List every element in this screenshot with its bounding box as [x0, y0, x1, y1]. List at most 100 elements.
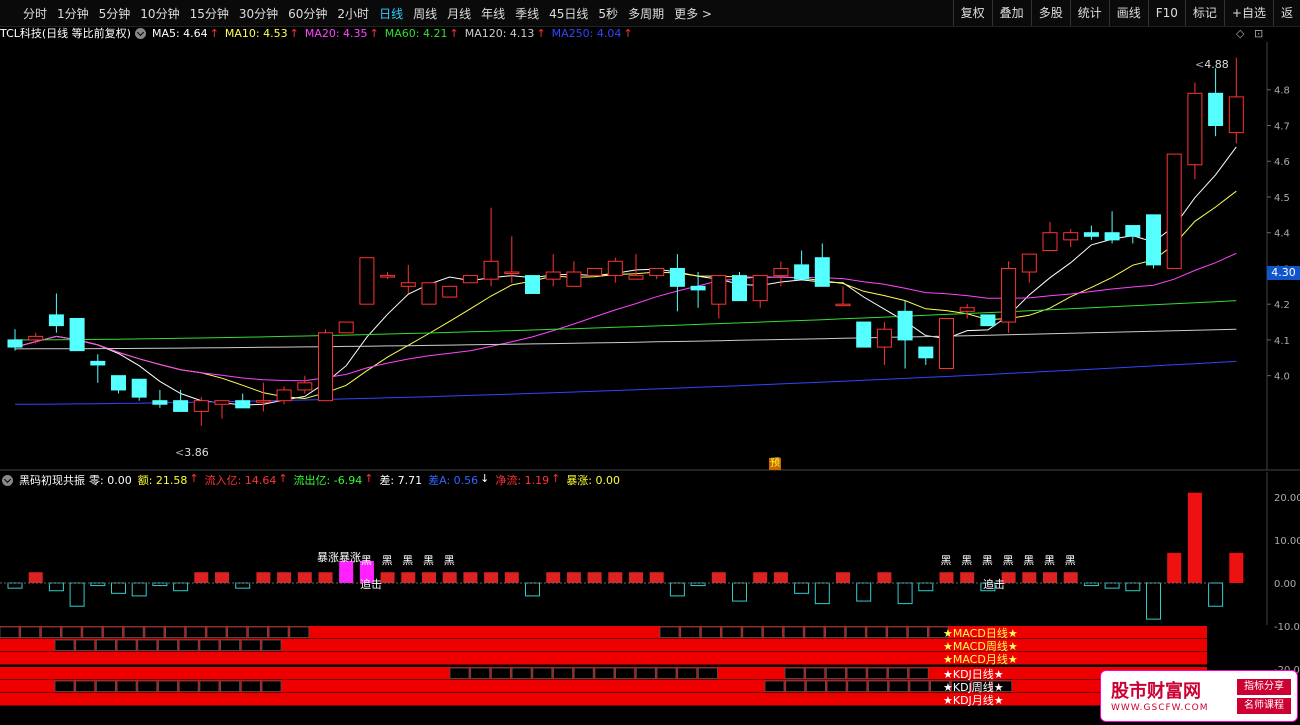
- indicator-bar-positive: [753, 572, 768, 583]
- toolbar-action-button[interactable]: 复权: [952, 0, 992, 26]
- signal-cell-off: [659, 626, 680, 638]
- signal-cell-off: [909, 680, 930, 692]
- candle-body: [380, 275, 396, 278]
- period-tabs: 分时 1分钟 5分钟 10分钟 15分钟 30分钟 60分钟 2小时 日线 周线 月线 年线 季线 45日…: [0, 5, 717, 22]
- price-tick-label: 4.7: [1274, 121, 1290, 132]
- period-tab[interactable]: 周线: [408, 5, 442, 22]
- toolbar-action-button[interactable]: 统计: [1069, 0, 1109, 26]
- period-tab[interactable]: 10分钟: [135, 5, 184, 22]
- candle-body: [276, 389, 292, 402]
- toolbar-action-button[interactable]: 叠加: [991, 0, 1031, 26]
- period-tab[interactable]: 2小时: [332, 5, 374, 22]
- candle-body: [566, 271, 582, 287]
- period-tab[interactable]: 更多 >: [669, 5, 717, 22]
- indicator-bar-positive: [587, 572, 602, 583]
- panel-close-icon[interactable]: ⊡: [1254, 27, 1263, 40]
- candle-body: [421, 282, 437, 305]
- period-tab[interactable]: 年线: [476, 5, 510, 22]
- candle-body: [794, 264, 810, 280]
- dark-code-marker: 黑: [382, 554, 393, 567]
- indicator-bar-negative: [1125, 582, 1141, 592]
- signal-cell-off: [825, 626, 845, 638]
- indicator-bar-negative: [1208, 582, 1224, 607]
- indicator-bar-negative: [1104, 582, 1120, 589]
- signal-cell-off: [449, 667, 470, 679]
- period-tab[interactable]: 5分钟: [94, 5, 136, 22]
- candle-body: [939, 317, 954, 370]
- stock-chart-window: 分时 1分钟 5分钟 10分钟 15分钟 30分钟 60分钟 2小时 日线 周线 月线 年线 季线 45日…: [0, 0, 1300, 725]
- candle-body: [152, 400, 168, 405]
- candle-body: [835, 303, 851, 307]
- signal-cell-off: [199, 639, 220, 651]
- signal-strip: [0, 652, 1207, 665]
- period-tab[interactable]: 日线: [374, 5, 408, 22]
- toolbar-action-button[interactable]: 多股: [1030, 0, 1070, 26]
- candle-body: [814, 257, 830, 287]
- signal-cell-off: [615, 667, 635, 679]
- price-tick-label: 4.2: [1274, 300, 1290, 311]
- candlesticks: [7, 57, 1244, 426]
- indicator-value: 净流: 1.19: [495, 474, 550, 487]
- surge-label: 暴涨暴涨: [317, 551, 361, 564]
- ma-up-arrow: ↑: [449, 26, 459, 40]
- signal-cell-off: [553, 667, 573, 679]
- toolbar-action-button[interactable]: 画线: [1108, 0, 1148, 26]
- indicator-bar-positive: [28, 572, 43, 583]
- candle-body: [69, 317, 85, 352]
- low-price-label: <3.86: [175, 446, 209, 459]
- signal-cell-off: [511, 667, 532, 679]
- period-tab[interactable]: 15分钟: [185, 5, 234, 22]
- signal-strip: [0, 626, 1207, 639]
- indicator-bar-negative: [7, 582, 23, 589]
- settings-toggle-icon[interactable]: [134, 27, 146, 39]
- indicator-bar-negative: [131, 582, 147, 597]
- ma-up-arrow: ↑: [369, 26, 379, 40]
- period-tab[interactable]: 5秒: [593, 5, 623, 22]
- indicator-legend: 黑码初现共振 零: 0.00 额: 21.58 ↑ 流入亿: 14.64 ↑ 流出亿: -…: [0, 472, 632, 487]
- period-tab[interactable]: 多周期: [623, 5, 669, 22]
- signal-cell-off: [698, 667, 718, 679]
- period-tab[interactable]: 1分钟: [52, 5, 94, 22]
- signal-cell-off: [103, 626, 123, 638]
- moving-average-lines: [14, 146, 1237, 406]
- signal-cell-off: [82, 626, 103, 638]
- period-tab[interactable]: 分时: [18, 5, 52, 22]
- indicator-arrow: ↑: [278, 472, 288, 485]
- indicator-toggle-icon[interactable]: [2, 474, 13, 486]
- toolbar-action-button[interactable]: 返: [1272, 0, 1300, 26]
- signal-cell-off: [866, 626, 887, 638]
- period-tab[interactable]: 月线: [442, 5, 476, 22]
- signal-cell-off: [247, 626, 268, 638]
- candle-body: [959, 307, 975, 312]
- signal-cell-off: [96, 680, 116, 692]
- toolbar-action-button[interactable]: F10: [1147, 0, 1185, 26]
- indicator-tick-label: 0.00: [1274, 579, 1296, 590]
- indicator-bar-negative: [732, 582, 747, 602]
- dark-code-marker: 黑: [961, 554, 972, 567]
- period-tab[interactable]: 30分钟: [234, 5, 283, 22]
- candle-body: [773, 267, 789, 277]
- signal-cell-off: [261, 680, 282, 692]
- ma20-line: [14, 252, 1237, 382]
- period-tab[interactable]: 60分钟: [283, 5, 332, 22]
- indicator-bar-negative: [794, 582, 810, 594]
- candle-body: [1001, 267, 1017, 323]
- indicator-arrow: ↓: [480, 472, 490, 485]
- period-tab[interactable]: 季线: [510, 5, 544, 22]
- signal-strip: [0, 680, 1207, 693]
- dark-code-marker: 黑: [361, 554, 372, 567]
- diamond-icon[interactable]: ◇: [1236, 27, 1244, 40]
- signal-cell-off: [867, 667, 888, 679]
- indicator-bar-negative: [1146, 582, 1161, 620]
- indicator-bar-positive: [1167, 552, 1182, 583]
- candle-body: [28, 335, 44, 341]
- high-price-label: <4.88: [1195, 58, 1229, 71]
- toolbar-action-button[interactable]: 标记: [1184, 0, 1224, 26]
- indicator-bar-positive: [297, 572, 312, 583]
- ma-up-arrow: ↑: [289, 26, 299, 40]
- indicator-bar-positive: [711, 572, 726, 583]
- period-tab[interactable]: 45日线: [544, 5, 593, 22]
- toolbar-action-button[interactable]: +自选: [1223, 0, 1273, 26]
- pre-marker: 预: [769, 458, 781, 470]
- signal-cell-off: [804, 626, 825, 638]
